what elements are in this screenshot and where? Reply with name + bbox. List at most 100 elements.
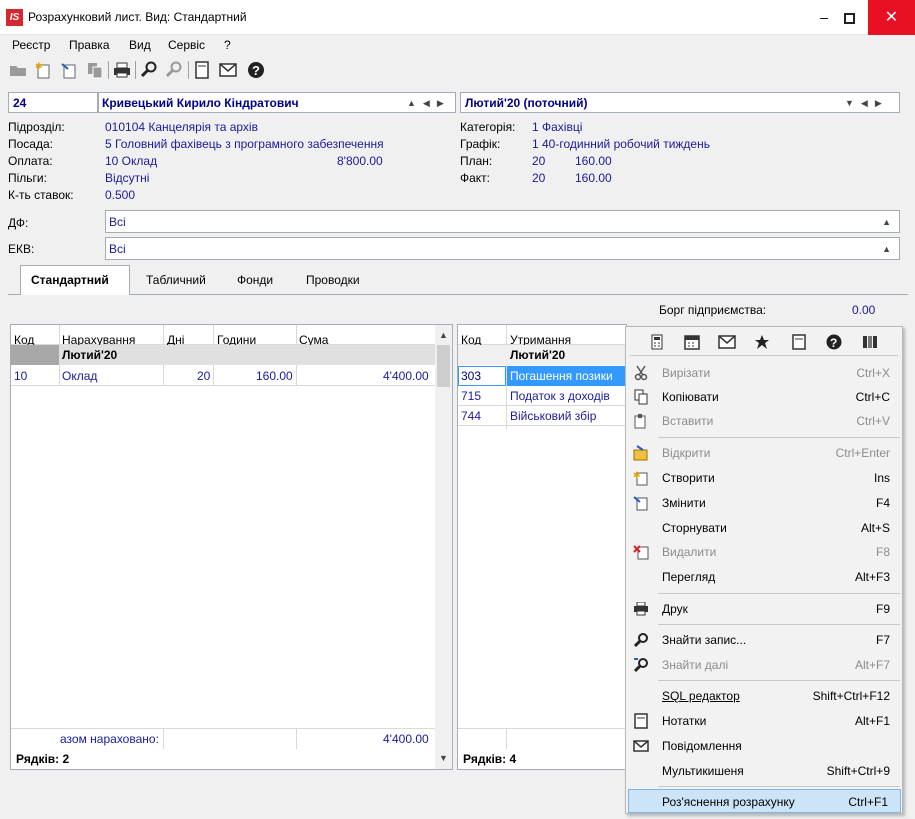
accruals-group-row[interactable]: Лютий'20 (62, 348, 117, 362)
category-label: Категорія: (460, 120, 516, 134)
columns-icon[interactable] (859, 333, 881, 351)
menu-open-label: Відкрити (662, 446, 711, 460)
search-next-icon (632, 657, 650, 673)
menu-multipocket-label: Мультикишеня (662, 764, 744, 778)
menu-notes-shortcut: Alt+F1 (854, 714, 890, 728)
edit-doc-icon[interactable] (58, 59, 80, 81)
menu-service[interactable]: Сервіс (168, 38, 205, 52)
menu-view[interactable]: Перегляд Alt+F3 (626, 565, 902, 589)
menu-messages-label: Повідомлення (662, 739, 742, 753)
mail-icon[interactable] (217, 59, 239, 81)
tab-postings[interactable]: Проводки (306, 273, 360, 287)
menu-register[interactable]: Реєстр (12, 38, 50, 52)
menu-calculation-explanation[interactable]: Роз'яснення розрахунку Ctrl+F1 (628, 789, 901, 813)
menu-find-shortcut: F7 (875, 633, 890, 647)
menu-cut[interactable]: Вирізати Ctrl+X (626, 361, 902, 385)
search-next-icon[interactable] (163, 59, 185, 81)
menu-notes[interactable]: Нотатки Alt+F1 (626, 709, 902, 733)
tab-table[interactable]: Табличний (146, 273, 206, 287)
menu-delete-label: Видалити (662, 545, 717, 559)
scissors-icon (632, 365, 650, 381)
menu-copy[interactable]: Копіювати Ctrl+C (626, 385, 902, 409)
ekv-field[interactable]: Всі ▲ (105, 237, 900, 260)
employee-name-value: Кривецький Кирило Кіндратович (102, 96, 299, 110)
help-icon[interactable]: ? (245, 59, 267, 81)
context-menu: ? Вирізати Ctrl+X Копіювати Ctrl+C Встав… (625, 326, 903, 814)
menu-find[interactable]: Знайти запис... F7 (626, 628, 902, 652)
accruals-scrollbar[interactable]: ▲ ▼ (435, 325, 452, 769)
title-bar: IS Розрахунковий лист. Вид: Стандартний … (0, 0, 915, 35)
df-value: Всі (109, 215, 126, 229)
svg-text:?: ? (252, 63, 260, 78)
menu-print-shortcut: F9 (875, 602, 890, 616)
maximize-button[interactable] (830, 0, 868, 35)
subdivision-label: Підрозділ: (8, 120, 65, 134)
search-icon[interactable] (138, 59, 160, 81)
menu-sql-editor[interactable]: SQL редактор Shift+Ctrl+F12 (626, 684, 902, 708)
menu-help[interactable]: ? (224, 38, 231, 52)
employee-code-field[interactable]: 24 (8, 92, 98, 113)
menu-find-next-shortcut: Alt+F7 (854, 658, 890, 672)
menu-bar: Реєстр Правка Вид Сервіс ? (0, 35, 915, 55)
calendar-icon[interactable] (681, 333, 703, 351)
schedule-value: 1 40-годинний робочий тиждень (532, 137, 710, 151)
deduction-name-3: Військовий збір (510, 409, 597, 423)
folder-icon[interactable] (7, 59, 29, 81)
scroll-thumb[interactable] (437, 345, 450, 387)
menu-reverse[interactable]: Сторнувати Alt+S (626, 516, 902, 540)
delete-icon (632, 544, 650, 560)
menu-cut-label: Вирізати (662, 366, 711, 380)
schedule-label: Графік: (460, 137, 501, 151)
tab-funds[interactable]: Фонди (237, 273, 273, 287)
fact-hours: 160.00 (575, 171, 612, 185)
accrual-sum: 4'400.00 (383, 369, 429, 383)
category-value: 1 Фахівці (532, 120, 583, 134)
print-icon[interactable] (111, 59, 133, 81)
ekv-dropdown-icon[interactable]: ▲ (882, 244, 891, 254)
scroll-down-icon[interactable]: ▼ (439, 753, 448, 763)
period-nav-arrows[interactable]: ▼◀▶ (845, 98, 889, 109)
debt-value: 0.00 (852, 303, 876, 317)
df-dropdown-icon[interactable]: ▲ (882, 217, 891, 227)
menu-messages[interactable]: Повідомлення (626, 734, 902, 758)
menu-view-label: Перегляд (662, 570, 716, 584)
accruals-grid[interactable] (10, 324, 453, 770)
df-field[interactable]: Всі ▲ (105, 210, 900, 233)
menu-create[interactable]: ✱ Створити Ins (626, 466, 902, 490)
menu-multipocket[interactable]: Мультикишеня Shift+Ctrl+9 (626, 759, 902, 783)
menu-open[interactable]: Відкрити Ctrl+Enter (626, 441, 902, 465)
help-icon[interactable]: ? (823, 333, 845, 351)
deduction-code-3: 744 (461, 409, 482, 423)
menu-paste-label: Вставити (662, 414, 714, 428)
deductions-group-row[interactable]: Лютий'20 (510, 348, 565, 362)
employee-name-field[interactable]: Кривецький Кирило Кіндратович ▲◀▶ (98, 92, 456, 113)
benefits-label: Пільги: (8, 171, 47, 185)
menu-paste[interactable]: Вставити Ctrl+V (626, 409, 902, 433)
menu-change[interactable]: Змінити F4 (626, 491, 902, 515)
menu-print[interactable]: Друк F9 (626, 597, 902, 621)
paste-icon (632, 413, 650, 429)
menu-change-shortcut: F4 (875, 496, 890, 510)
ekv-label: ЕКВ: (8, 242, 35, 256)
note-icon[interactable] (191, 59, 213, 81)
mail-icon[interactable] (716, 333, 738, 351)
menu-view[interactable]: Вид (129, 38, 151, 52)
menu-find-next[interactable]: Знайти далі Alt+F7 (626, 653, 902, 677)
copy-icon[interactable] (84, 59, 106, 81)
employee-nav-arrows[interactable]: ▲◀▶ (407, 98, 451, 109)
new-doc-icon[interactable]: ✱ (32, 59, 54, 81)
scroll-up-icon[interactable]: ▲ (439, 330, 448, 340)
menu-edit[interactable]: Правка (69, 38, 110, 52)
deduction-code-1: 303 (461, 369, 482, 383)
star-icon[interactable] (751, 333, 773, 351)
note-icon[interactable] (788, 333, 810, 351)
calculator-icon[interactable] (646, 333, 668, 351)
menu-delete-shortcut: F8 (875, 545, 890, 559)
plan-hours: 160.00 (575, 154, 612, 168)
close-button[interactable]: ✕ (868, 0, 915, 35)
menu-delete[interactable]: Видалити F8 (626, 540, 902, 564)
period-field[interactable]: Лютий'20 (поточний) ▼◀▶ (460, 92, 900, 113)
position-label: Посада: (8, 137, 53, 151)
deduction-code-2: 715 (461, 389, 482, 403)
payment-label: Оплата: (8, 154, 53, 168)
